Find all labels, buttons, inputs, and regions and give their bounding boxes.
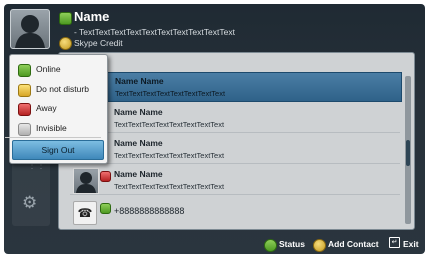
phone-number: +8888888888888 (114, 206, 185, 216)
contact-name: Name Name (114, 107, 163, 117)
list-scrollbar-thumb[interactable] (406, 140, 410, 166)
invisible-status-icon (18, 123, 31, 136)
profile-name: Name (74, 9, 110, 24)
contact-mood: TextTextTextTextTextTextTextText (114, 182, 225, 191)
menu-item-label: Away (36, 103, 57, 113)
menu-item-invisible[interactable]: Invisible (9, 120, 106, 138)
phone-icon: ☎ (73, 201, 97, 225)
menu-item-away[interactable]: Away (9, 100, 106, 118)
online-status-icon (59, 12, 72, 25)
contact-mood: TextTextTextTextTextTextTextText (114, 120, 225, 129)
green-button-icon (264, 239, 277, 252)
contact-row[interactable]: Name Name TextTextTextTextTextTextTextTe… (70, 166, 400, 195)
yellow-button-icon (313, 239, 326, 252)
skype-credit-icon (59, 37, 72, 50)
menu-item-do-not-disturb[interactable]: Do not disturb (9, 81, 106, 99)
person-silhouette-icon (76, 172, 96, 193)
contact-mood: TextTextTextTextTextTextTextText (114, 151, 225, 160)
sign-out-button[interactable]: Sign Out (12, 140, 104, 160)
menu-item-label: Online (36, 64, 61, 74)
skype-credit-label[interactable]: Skype Credit (74, 38, 123, 48)
contact-name: Name Name (115, 76, 164, 86)
status-hint[interactable]: Status (279, 239, 305, 249)
person-silhouette-icon (15, 15, 45, 48)
contact-mood: TextTextTextTextTextTextTextText (115, 89, 226, 98)
exit-icon: ↵ (389, 237, 400, 248)
contact-name: Name Name (114, 138, 163, 148)
contact-row[interactable]: Name Name TextTextTextTextTextTextTextTe… (70, 72, 402, 102)
exit-hint[interactable]: Exit (403, 239, 419, 249)
online-status-icon (100, 203, 111, 214)
profile-avatar[interactable] (10, 9, 50, 49)
phone-contact-row[interactable]: ☎ +8888888888888 (70, 198, 400, 226)
online-status-icon (18, 64, 31, 77)
add-contact-hint[interactable]: Add Contact (328, 239, 379, 249)
contact-name: Name Name (114, 169, 163, 179)
menu-divider (5, 137, 101, 138)
contact-row[interactable]: Name Name TextTextTextTextTextTextTextTe… (70, 135, 400, 164)
menu-item-online[interactable]: Online (9, 61, 106, 79)
do-not-disturb-icon (18, 84, 31, 97)
away-status-icon (18, 103, 31, 116)
away-status-icon (100, 171, 111, 182)
gear-icon[interactable]: ⚙ (22, 193, 37, 213)
contact-avatar (73, 168, 99, 194)
profile-mood-text: - TextTextTextTextTextTextTextTextTextTe… (74, 27, 235, 37)
contact-row[interactable]: Name Name TextTextTextTextTextTextTextTe… (70, 104, 400, 133)
menu-item-label: Do not disturb (36, 84, 89, 94)
menu-item-label: Invisible (36, 123, 67, 133)
